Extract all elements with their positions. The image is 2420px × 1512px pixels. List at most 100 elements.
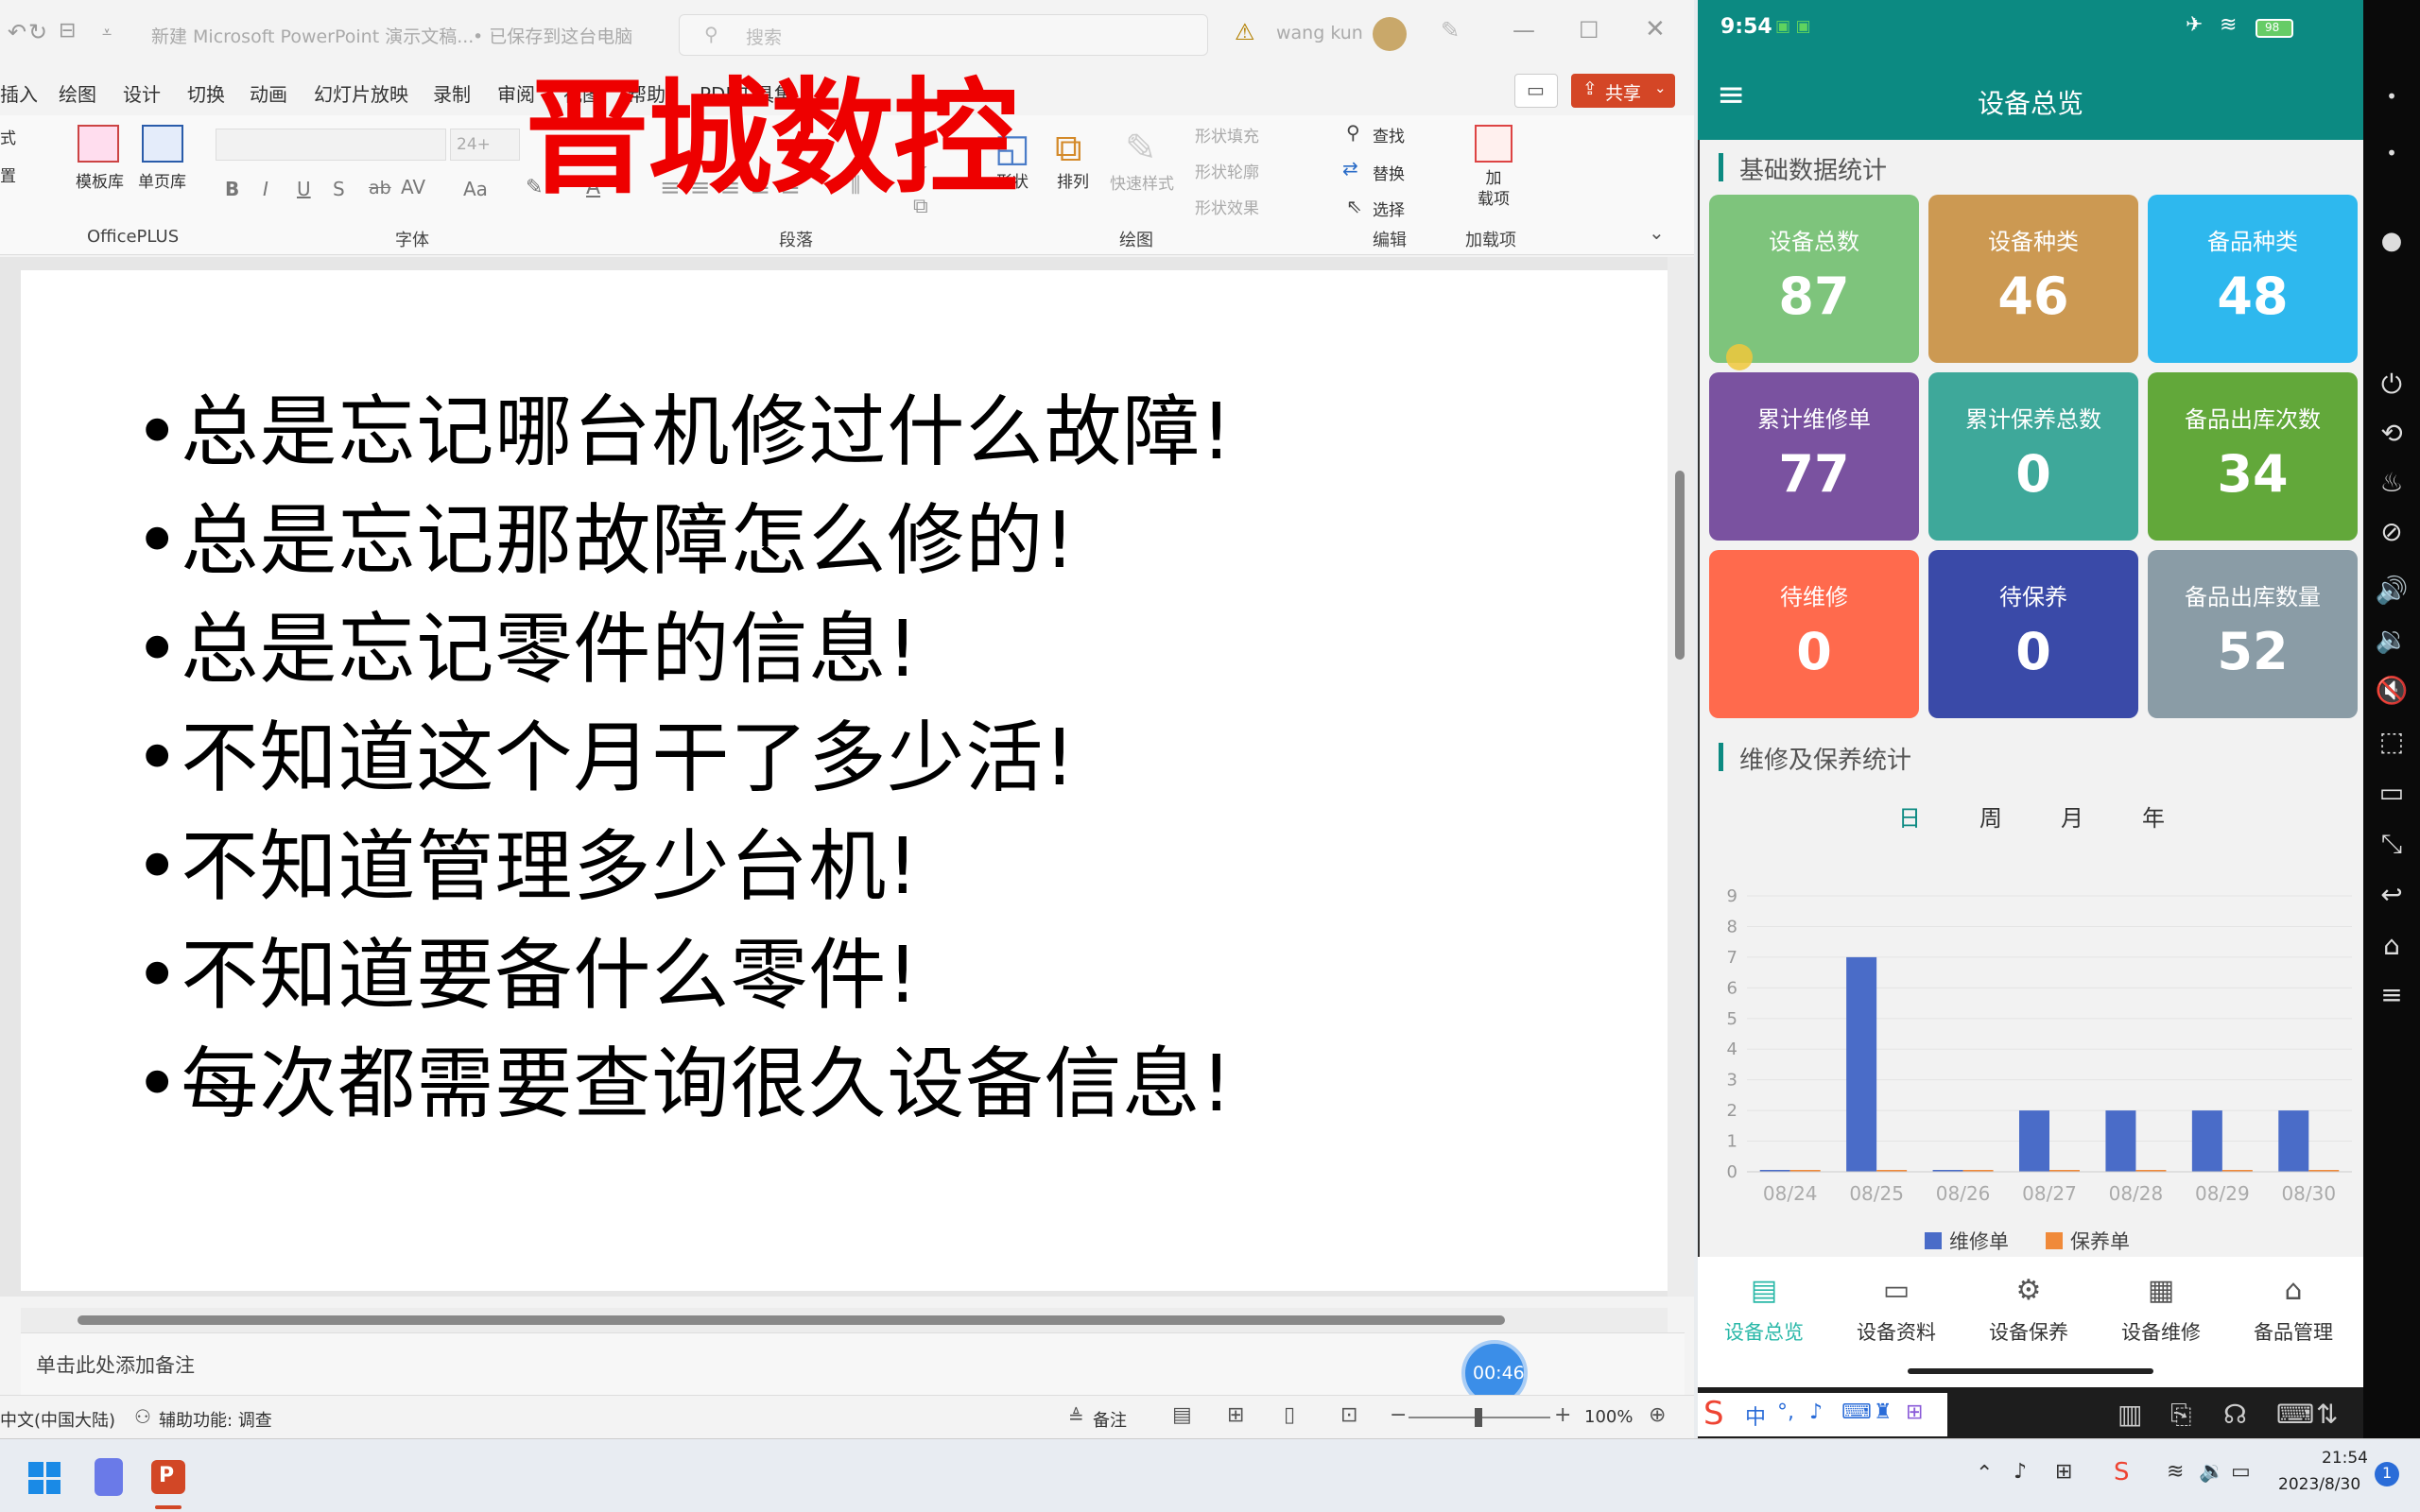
ribbon-left-item[interactable]: 式 [0,125,16,148]
mirror-tool-icon[interactable]: ⇅ [2316,1399,2338,1430]
present-icon[interactable]: ⊟ [59,19,76,43]
microphone-icon[interactable]: ♪ [2014,1460,2027,1484]
arrange-icon[interactable]: ⧉ [1055,127,1082,170]
slide-bullet[interactable]: •不知道要备什么零件! [134,912,919,1024]
slide-bullet[interactable]: •不知道管理多少台机! [134,803,919,916]
nav-overview[interactable]: 设备总览 [1698,1317,1830,1346]
language-status[interactable]: 中文(中国大陆) [0,1407,115,1432]
bold-icon[interactable]: B [225,178,239,200]
resize-icon[interactable]: ⤡ [2373,828,2411,860]
vertical-scroll-thumb[interactable] [1675,471,1685,660]
microphone-icon[interactable]: ♪ [1809,1400,1823,1424]
home-indicator[interactable] [1908,1368,2153,1374]
stat-card-spare-outbound-qty[interactable]: 备品出库数量 52 [2148,550,2358,718]
zoom-slider-thumb[interactable] [1475,1408,1482,1427]
tab-week[interactable]: 周 [1979,799,2002,833]
vertical-scrollbar[interactable] [1668,257,1694,1297]
pen-icon[interactable]: ✎ [1441,17,1460,43]
screenshot-icon[interactable]: ⬚ [2373,726,2411,757]
volume-up-icon[interactable]: 🔊 [2373,575,2411,606]
volume-down-icon[interactable]: 🔉 [2373,624,2411,655]
slideshow-view-icon[interactable]: ⊡ [1340,1403,1357,1427]
single-page-library-button[interactable]: 单页库 [138,168,186,192]
slide-bullet[interactable]: •总是忘记零件的信息! [134,586,919,698]
tab-day[interactable]: 日 [1898,799,1921,833]
mirror-tool-icon[interactable]: ☊ [2223,1399,2247,1430]
record-icon[interactable]: ▭ [2373,777,2411,808]
rotate-icon[interactable]: ⟲ [2373,418,2411,449]
clock-time[interactable]: 21:54 [2322,1449,2368,1468]
notification-badge[interactable]: 1 [2375,1462,2399,1486]
notes-toggle[interactable]: 备注 [1093,1407,1127,1432]
show-hidden-icons[interactable]: ⌃ [1976,1462,1993,1486]
zoom-slider[interactable] [1409,1408,1550,1427]
underline-icon[interactable]: U [297,178,311,200]
tab-record[interactable]: 录制 [433,79,471,107]
normal-view-icon[interactable]: ▤ [1172,1403,1192,1427]
toolbox-icon[interactable]: ⊞ [1906,1400,1923,1424]
stat-card-device-types[interactable]: 设备种类 46 [1928,195,2138,363]
stat-card-maintenance-total[interactable]: 累计保养总数 0 [1928,372,2138,541]
mirror-tool-icon[interactable]: ⌨ [2276,1399,2314,1430]
slide-bullet[interactable]: •总是忘记哪台机修过什么故障! [134,369,1233,481]
font-name-select[interactable] [216,129,446,161]
nav-repair[interactable]: 设备维修 [2095,1317,2227,1346]
quick-style-button[interactable]: 快速样式 [1110,170,1174,194]
horizontal-scroll-thumb[interactable] [78,1315,1505,1325]
punctuation-icon[interactable]: °, [1777,1400,1794,1424]
mute-icon[interactable]: 🔇 [2373,675,2411,706]
back-icon[interactable]: ↩ [2373,879,2411,910]
shape-outline-button[interactable]: 形状轮廓 [1195,159,1259,182]
mirror-tool-icon[interactable]: ⎘ [2170,1399,2191,1431]
zoom-level[interactable]: 100% [1584,1407,1633,1427]
notes-pane[interactable]: 单击此处添加备注 [21,1332,1685,1395]
customize-icon[interactable]: ⩡ [102,23,112,43]
menu-icon[interactable]: ≡ [1717,76,1745,114]
tab-design[interactable]: 设计 [123,79,161,107]
font-size-select[interactable]: 24+ [450,129,520,161]
tab-slideshow[interactable]: 幻灯片放映 [314,79,408,107]
home-icon[interactable]: ⌂ [2373,930,2411,961]
arrange-button[interactable]: 排列 [1057,168,1089,192]
share-button[interactable]: ⇪ 共享 ⌄ [1571,74,1675,108]
zoom-out-icon[interactable]: − [1390,1403,1407,1427]
shape-effect-button[interactable]: 形状效果 [1195,195,1259,218]
strip-dot-icon[interactable]: ● [2373,227,2411,255]
template-library-button[interactable]: 模板库 [76,168,124,192]
clock-date[interactable]: 2023/8/30 [2278,1475,2360,1494]
ribbon-left-item[interactable]: 置 [0,163,16,186]
stat-card-device-total[interactable]: 设备总数 87 [1709,195,1919,363]
italic-icon[interactable]: I [263,178,268,200]
shadow-icon[interactable]: S [333,178,345,200]
redo-icon[interactable]: ↻ [28,19,47,45]
tab-animations[interactable]: 动画 [250,79,287,107]
start-button[interactable] [28,1462,60,1494]
stat-card-spare-outbound-count[interactable]: 备品出库次数 34 [2148,372,2358,541]
quick-style-icon[interactable]: ✎ [1125,127,1157,170]
minimize-button[interactable]: — [1512,17,1535,43]
strip-dot-icon[interactable]: • [2373,142,2411,164]
skin-icon[interactable]: ♜ [1874,1400,1893,1424]
stat-card-spare-types[interactable]: 备品种类 48 [2148,195,2358,363]
wifi-icon[interactable]: ≋ [2167,1460,2184,1484]
change-case-icon[interactable]: Aa [463,178,488,200]
accessibility-status[interactable]: 辅助功能: 调查 [159,1407,272,1432]
collapse-ribbon-icon[interactable]: ⌄ [1649,221,1665,244]
reading-view-icon[interactable]: ▯ [1284,1403,1295,1427]
powerpoint-app-icon[interactable]: P [151,1460,185,1494]
slide-bullet[interactable]: •不知道这个月干了多少活! [134,695,1076,807]
horizontal-scrollbar[interactable] [21,1308,1668,1332]
replace-button[interactable]: 替换 [1373,161,1405,184]
nav-spare-parts[interactable]: 备品管理 [2227,1317,2360,1346]
avatar[interactable] [1373,17,1407,51]
ime-icon[interactable]: ⊞ [2055,1460,2072,1484]
maximize-button[interactable]: ☐ [1579,17,1599,43]
ime-language[interactable]: 中 [1745,1400,1766,1431]
strikethrough-icon[interactable]: ab [369,178,391,198]
char-spacing-icon[interactable]: AV [401,176,425,198]
nav-maintenance[interactable]: 设备保养 [1962,1317,2095,1346]
tab-transitions[interactable]: 切换 [187,79,225,107]
light-off-icon[interactable]: ⊘ [2373,516,2411,547]
close-button[interactable]: ✕ [1645,15,1666,43]
tab-insert[interactable]: 插入 [0,79,38,107]
